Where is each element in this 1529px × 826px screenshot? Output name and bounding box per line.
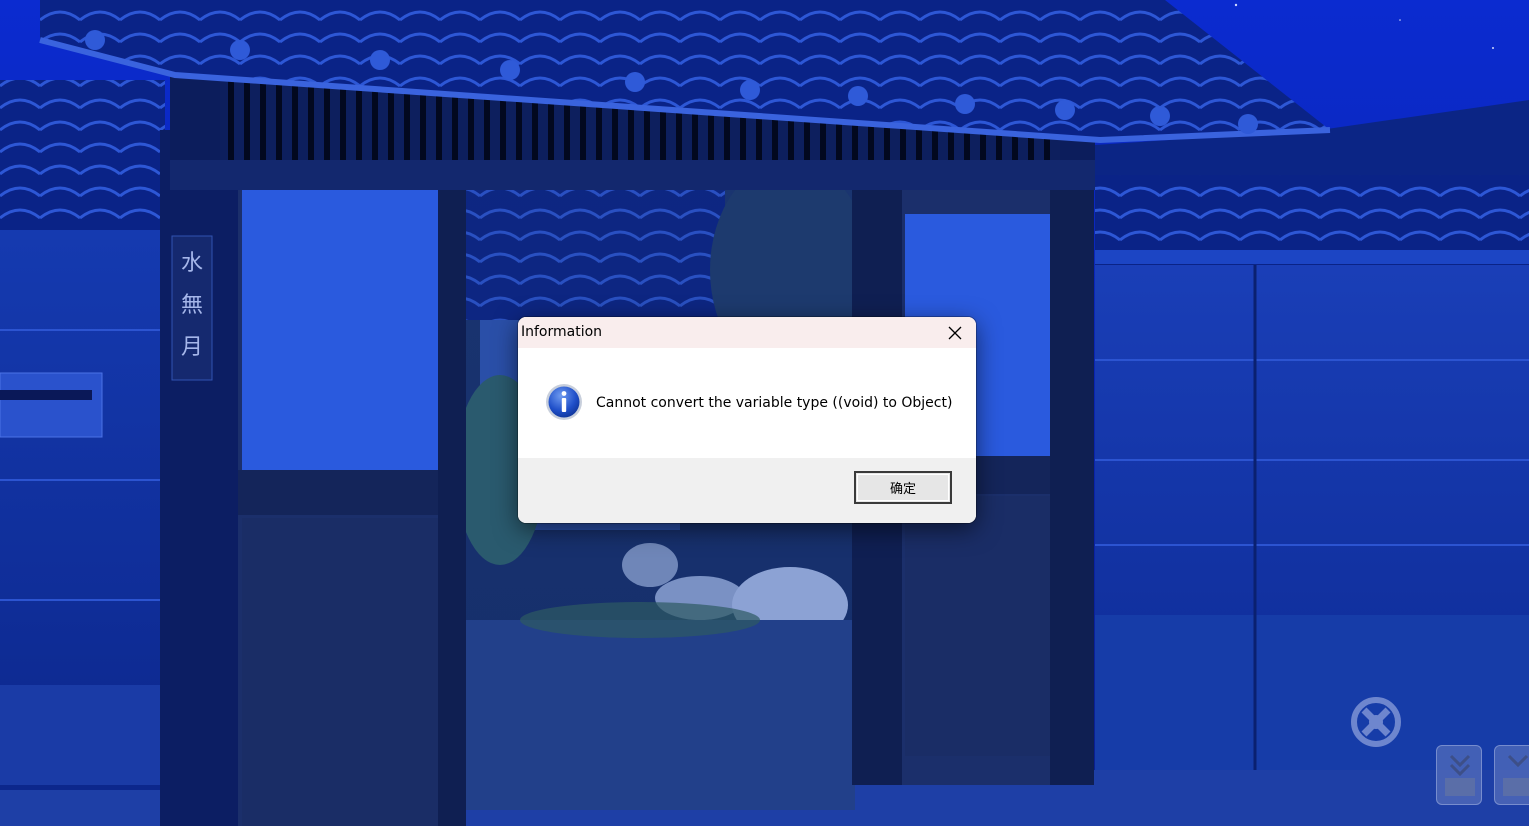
dialog-message: Cannot convert the variable type ((void)… [596, 395, 953, 411]
quick-load-button[interactable] [1494, 745, 1529, 805]
dialog-footer: 确定 [518, 458, 976, 523]
quick-save-icon [1445, 754, 1475, 796]
svg-text:無: 無 [181, 293, 203, 318]
quick-save-button[interactable] [1436, 745, 1482, 805]
close-button[interactable] [934, 317, 976, 348]
dialog-title: Information [521, 324, 603, 340]
dialog-body: Cannot convert the variable type ((void)… [518, 348, 976, 458]
svg-text:水: 水 [181, 251, 203, 276]
ok-button[interactable]: 确定 [854, 471, 952, 504]
game-logo-icon [1351, 697, 1401, 747]
information-dialog: Information Cannot convert the variable … [518, 317, 976, 523]
svg-text:月: 月 [181, 335, 203, 360]
quick-load-icon [1503, 754, 1529, 796]
dialog-title-bar[interactable]: Information [518, 317, 976, 348]
close-icon [948, 326, 962, 339]
info-icon [546, 384, 582, 420]
